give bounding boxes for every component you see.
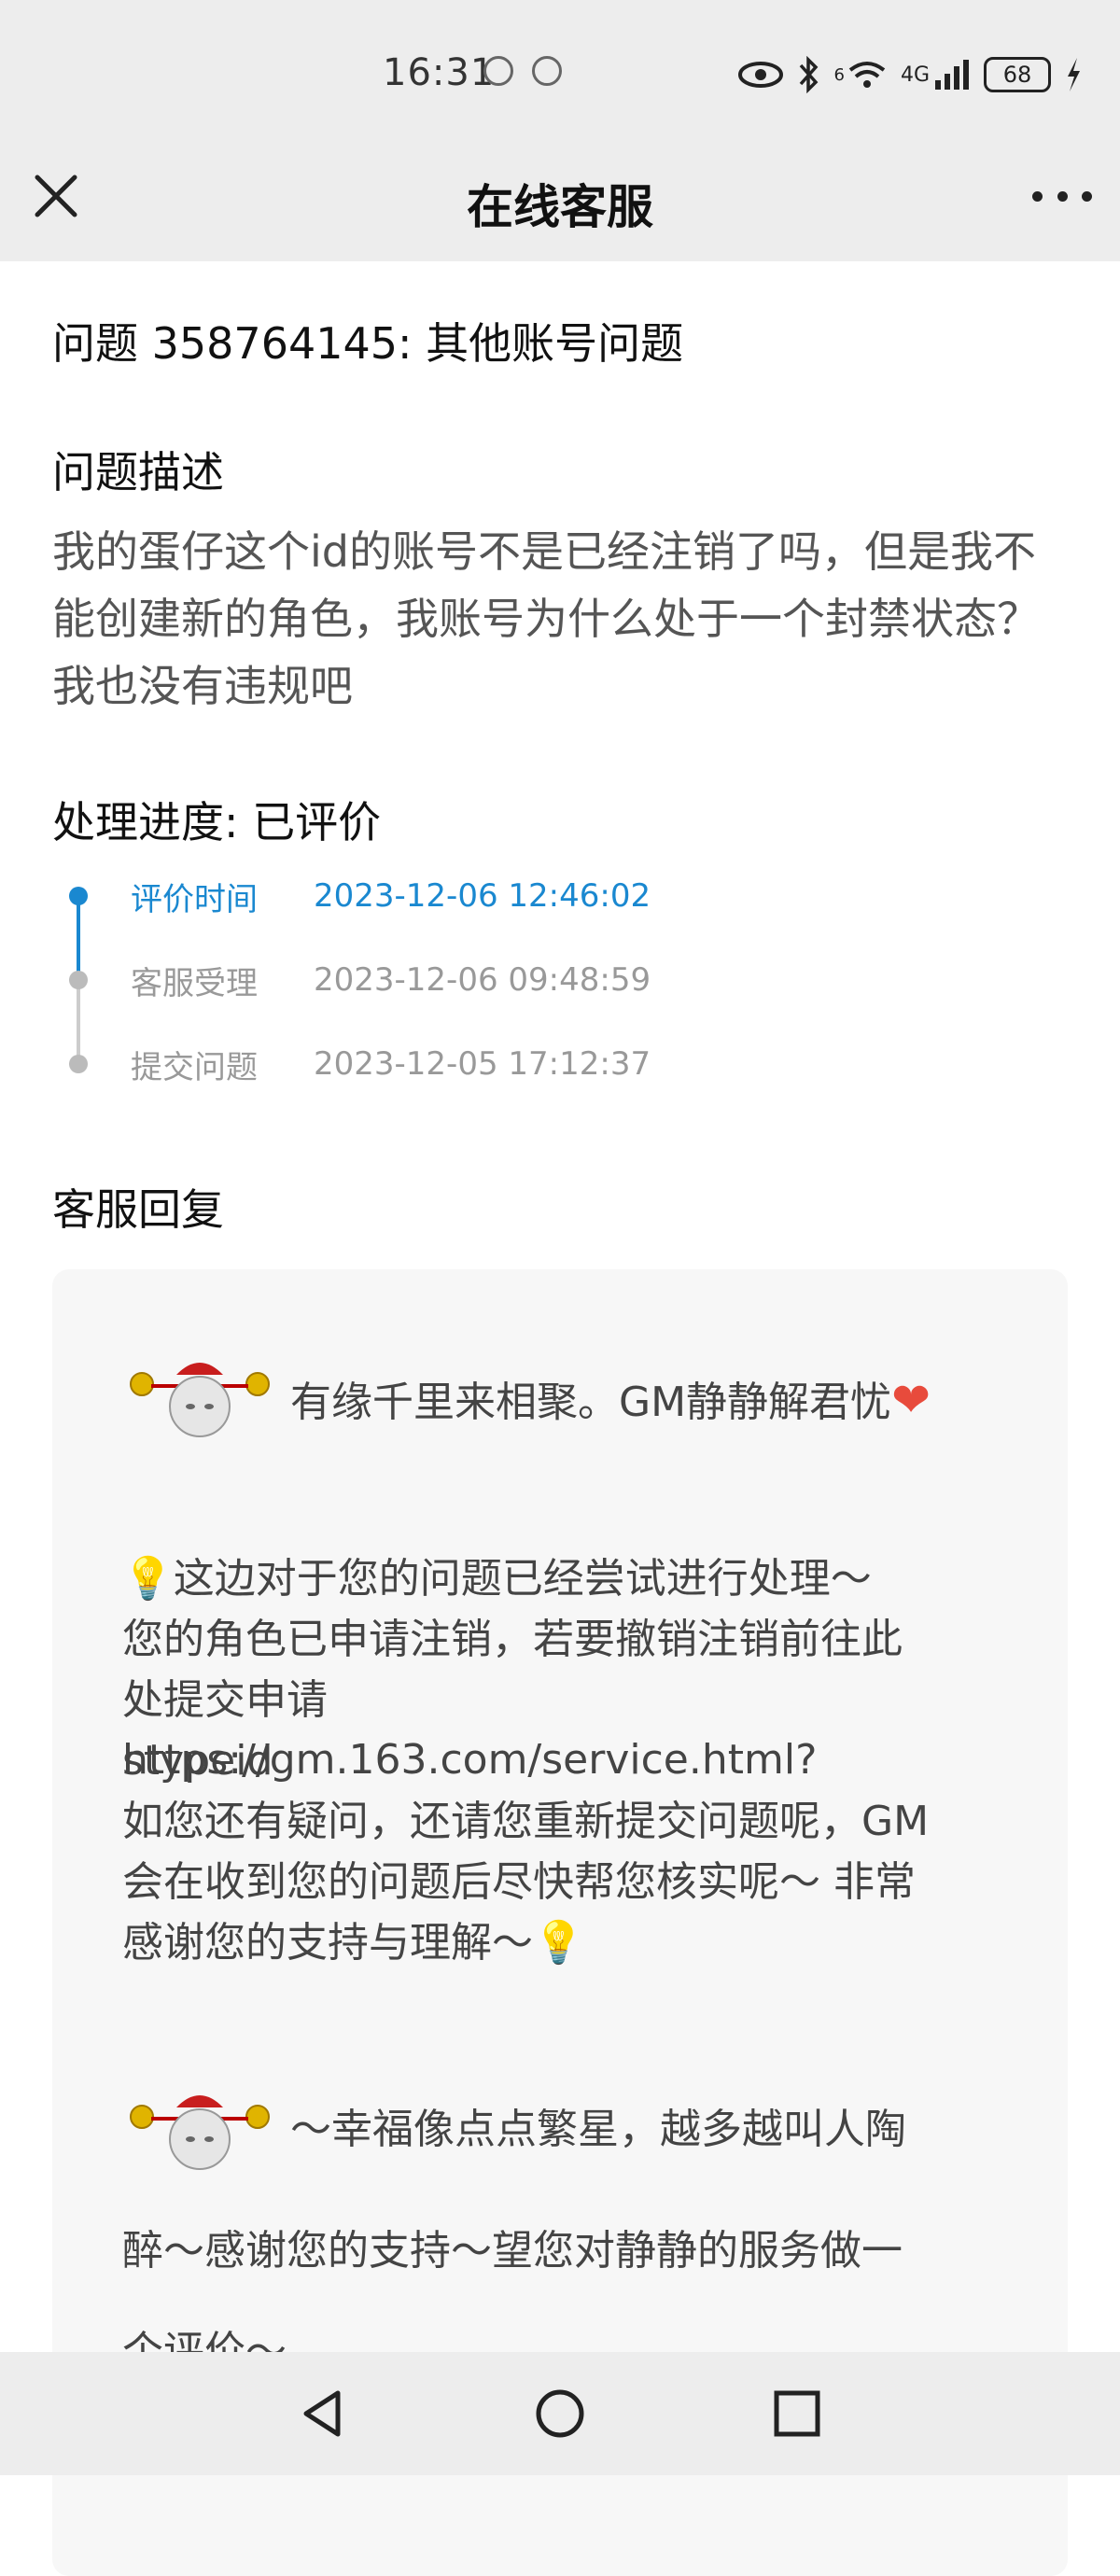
wifi-badge: 6 xyxy=(833,64,845,85)
lightbulb-icon: 💡 xyxy=(533,1919,584,1967)
more-icon[interactable] xyxy=(1032,177,1092,215)
reply-label: 客服回复 xyxy=(52,1184,224,1235)
emoji-notification-icon xyxy=(532,56,562,86)
signal-icon xyxy=(935,60,969,90)
network-type: 4G xyxy=(900,63,930,87)
reply-text: 感谢您的支持与理解～ xyxy=(122,1919,533,1967)
timeline-dot xyxy=(69,1055,88,1073)
greeting-text: 有缘千里来相聚。GM静静解君忧 xyxy=(290,1379,892,1426)
timeline-label: 客服受理 xyxy=(131,964,258,1002)
timeline-label: 评价时间 xyxy=(131,880,258,918)
reply-body-line[interactable]: stypeid xyxy=(122,1731,1018,1791)
bluetooth-icon xyxy=(799,56,818,93)
description-label: 问题描述 xyxy=(52,447,224,497)
timeline-time: 2023-12-06 09:48:59 xyxy=(314,961,651,999)
reply-body-line: 感谢您的支持与理解～💡 xyxy=(122,1913,1018,1973)
reply-closing-line: 醉～感谢您的支持～望您对静静的服务做一 xyxy=(122,2227,903,2275)
reply-body-line: 💡这边对于您的问题已经尝试进行处理～ xyxy=(122,1549,1018,1609)
eye-icon xyxy=(737,62,783,88)
timeline-dot xyxy=(69,971,88,989)
reply-closing-line: ～幸福像点点繁星，越多越叫人陶 xyxy=(290,2106,906,2153)
timeline-time: 2023-12-06 12:46:02 xyxy=(314,877,651,915)
reply-greeting: 有缘千里来相聚。GM静静解君忧❤ xyxy=(290,1370,1037,1433)
charging-icon xyxy=(1068,58,1080,91)
title-bar: 在线客服 xyxy=(0,149,1120,261)
reply-body-line: 会在收到您的问题后尽快帮您核实呢～ 非常 xyxy=(122,1858,916,1906)
fortune-god-emoji-icon xyxy=(130,1363,270,1437)
heart-icon: ❤ xyxy=(891,1373,931,1427)
lightbulb-icon: 💡 xyxy=(122,1555,174,1603)
description-text: 我的蛋仔这个id的账号不是已经注销了吗，但是我不能创建新的角色，我账号为什么处于… xyxy=(52,526,1040,711)
timeline-time: 2023-12-05 17:12:37 xyxy=(314,1045,651,1083)
more-dot xyxy=(1032,190,1043,202)
status-icons: 6 4G 68 xyxy=(737,54,1084,95)
more-dot xyxy=(1057,190,1068,202)
recent-square-icon[interactable] xyxy=(771,2387,823,2440)
question-title: 问题 358764145: 其他账号问题 xyxy=(52,318,684,369)
system-nav-bar xyxy=(0,2352,1120,2475)
back-triangle-icon[interactable] xyxy=(297,2387,349,2440)
wifi-icon xyxy=(848,62,886,88)
battery-indicator: 68 xyxy=(984,57,1051,92)
status-bar: 16:31 6 4G 68 xyxy=(0,0,1120,149)
reply-body-line: 如您还有疑问，还请您重新提交问题呢，GM xyxy=(122,1798,930,1845)
home-circle-icon[interactable] xyxy=(534,2387,586,2440)
fortune-god-emoji-icon xyxy=(130,2095,270,2170)
timeline-dot xyxy=(69,887,88,905)
reply-text: 这边对于您的问题已经尝试进行处理～ xyxy=(173,1555,872,1603)
page-title: 在线客服 xyxy=(467,180,653,234)
timeline-line-active xyxy=(77,896,80,980)
emoji-notification-icon xyxy=(483,56,513,86)
status-time: 16:31 xyxy=(383,51,496,94)
timeline-label: 提交问题 xyxy=(131,1048,258,1086)
reply-body-line: 您的角色已申请注销，若要撤销注销前往此 xyxy=(122,1616,903,1663)
more-dot xyxy=(1082,190,1092,202)
progress-label: 处理进度: 已评价 xyxy=(52,797,382,847)
